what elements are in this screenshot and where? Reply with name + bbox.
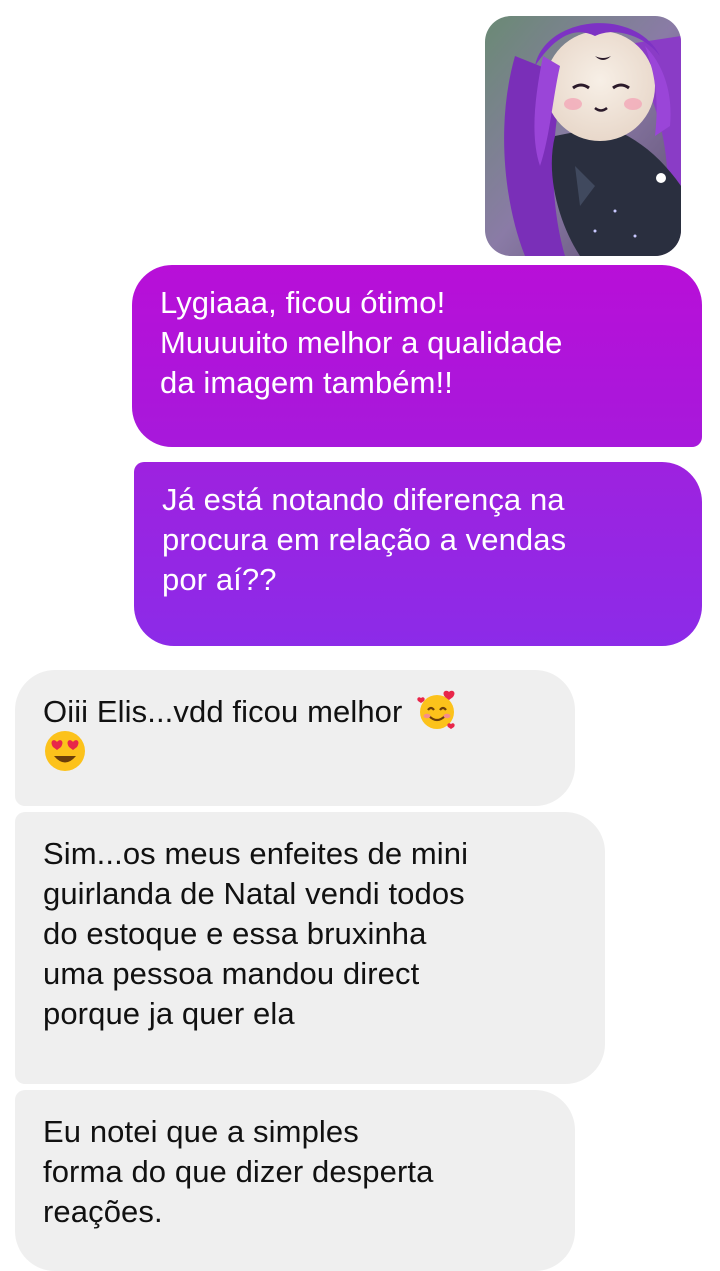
message-text: Oiii Elis...vdd ficou melhor bbox=[43, 694, 403, 729]
message-thread: ♥ Lygiaaa, ficou ótimo! Muuuuito melhor … bbox=[0, 0, 720, 1271]
outgoing-message-bubble[interactable]: Lygiaaa, ficou ótimo! Muuuuito melhor a … bbox=[132, 265, 702, 447]
message-text: Sim...os meus enfeites de mini guirlanda… bbox=[43, 836, 469, 1031]
heart-eyes-emoji-icon bbox=[45, 730, 85, 771]
incoming-message-bubble[interactable]: Eu notei que a simples forma do que dize… bbox=[15, 1090, 575, 1271]
outgoing-message-bubble[interactable]: Já está notando diferença na procura em … bbox=[134, 462, 702, 646]
message-text: Eu notei que a simples forma do que dize… bbox=[43, 1114, 434, 1229]
shared-photo[interactable]: ♥ bbox=[485, 16, 681, 256]
incoming-message-bubble[interactable]: Oiii Elis...vdd ficou melhor bbox=[15, 670, 575, 806]
doll-photo-illustration bbox=[485, 16, 681, 256]
message-text: Lygiaaa, ficou ótimo! Muuuuito melhor a … bbox=[160, 285, 563, 400]
incoming-message-bubble[interactable]: Sim...os meus enfeites de mini guirlanda… bbox=[15, 812, 605, 1084]
message-text: Já está notando diferença na procura em … bbox=[162, 482, 567, 597]
smiling-face-with-hearts-emoji-icon bbox=[417, 690, 455, 729]
